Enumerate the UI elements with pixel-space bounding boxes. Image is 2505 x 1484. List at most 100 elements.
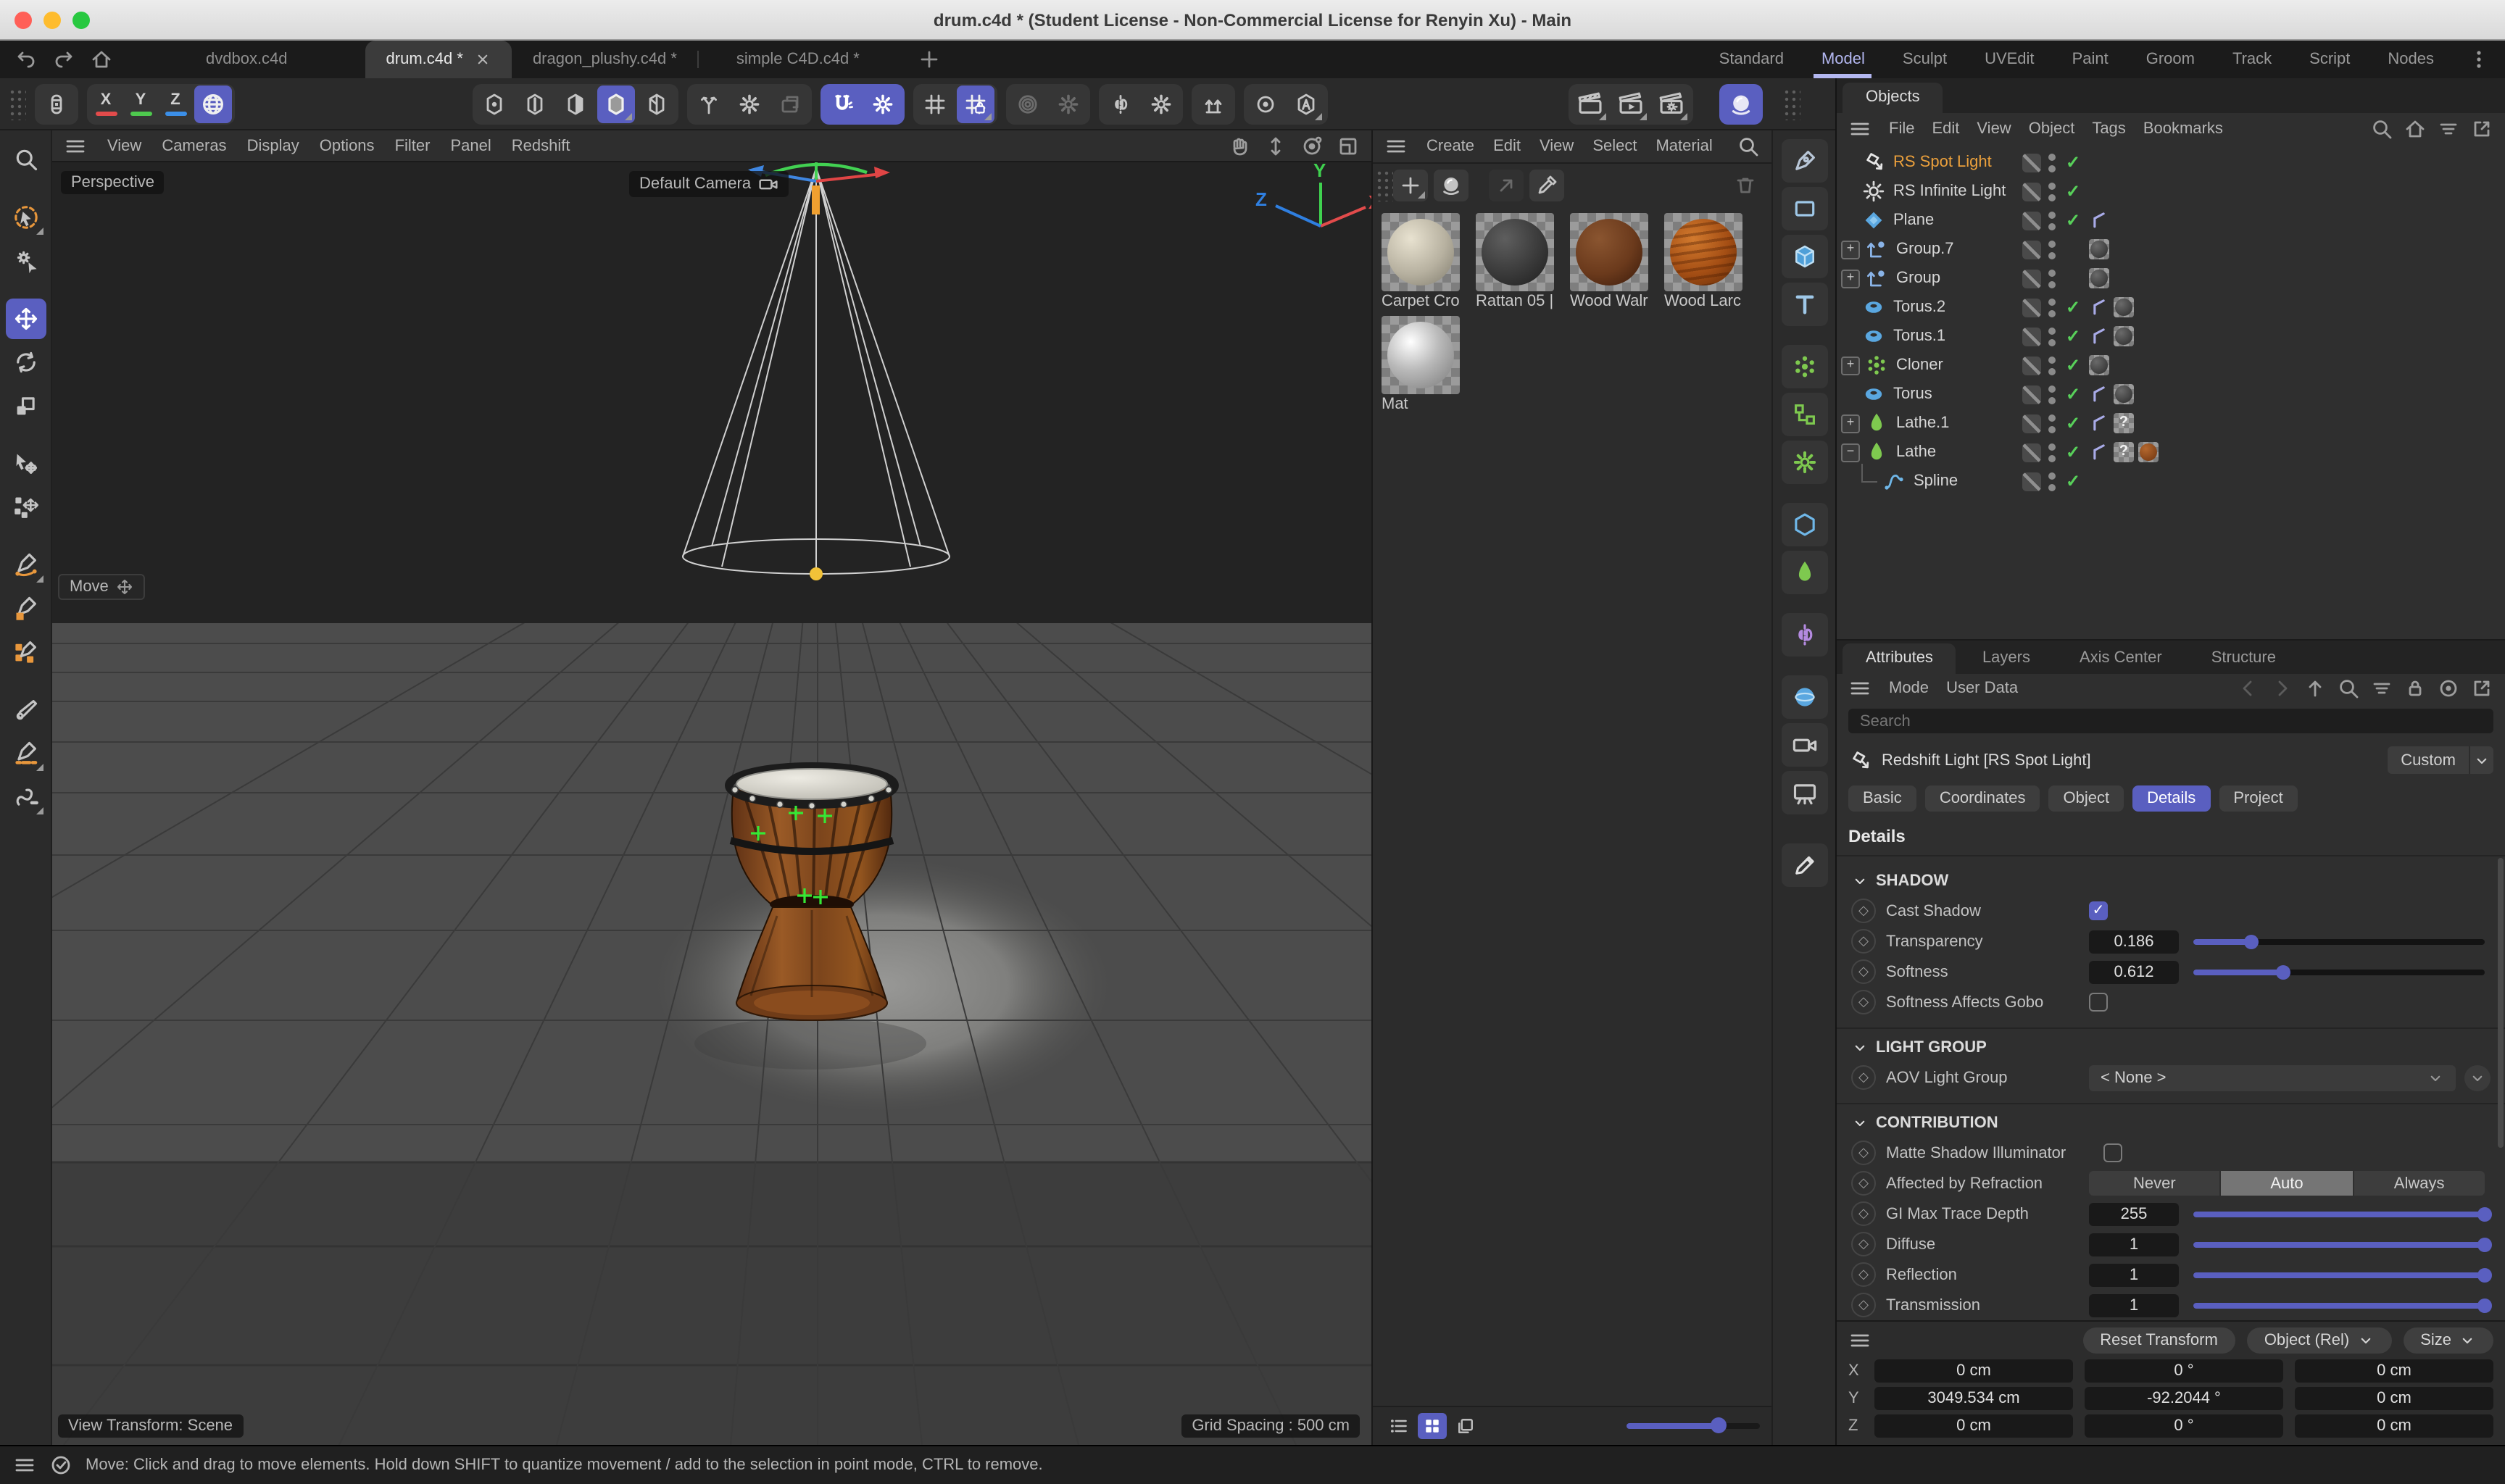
edit-toggle[interactable] [2022, 298, 2041, 317]
visibility-dots[interactable] [2048, 240, 2056, 259]
spline-pen-button[interactable] [1781, 139, 1827, 183]
material-tag[interactable] [2089, 355, 2109, 375]
attributes-popout-icon[interactable] [2470, 677, 2493, 700]
modeling-pen-tool[interactable] [5, 632, 46, 672]
coords-menu-icon[interactable] [1848, 1329, 1872, 1352]
stage-object-button[interactable] [1781, 771, 1827, 814]
tab-structure[interactable]: Structure [2188, 643, 2299, 673]
enabled-check[interactable]: ✓ [2063, 413, 2083, 433]
viewport-menu-display[interactable]: Display [247, 137, 299, 154]
close-window-button[interactable] [14, 12, 32, 29]
view-label[interactable]: Perspective [61, 171, 165, 194]
objects-filter-icon[interactable] [2437, 117, 2460, 141]
history-back-icon[interactable] [2237, 677, 2260, 700]
diffuse-slider[interactable] [2193, 1241, 2485, 1247]
enabled-check[interactable]: ✓ [2063, 355, 2083, 375]
platonic-button[interactable] [1781, 503, 1827, 546]
transparency-value[interactable]: 0.186 [2089, 930, 2179, 953]
gi-slider[interactable] [2193, 1211, 2485, 1217]
redshift-renderview-button[interactable] [1722, 85, 1760, 122]
material-tag[interactable] [2114, 326, 2134, 346]
layout-nodes[interactable]: Nodes [2369, 41, 2453, 78]
thumbnail-size-slider[interactable] [1627, 1423, 1760, 1429]
attr-tab-basic[interactable]: Basic [1848, 785, 1916, 812]
material-menu-material[interactable]: Material [1656, 138, 1712, 155]
gi-value[interactable]: 255 [2089, 1202, 2179, 1225]
expand-toggle[interactable]: + [1841, 240, 1860, 259]
layout-menu-icon[interactable] [2467, 48, 2491, 71]
object-axis-mode-button[interactable] [638, 85, 676, 122]
rotate-tool[interactable] [5, 342, 46, 383]
object-row-spline[interactable]: Spline ✓ [1837, 467, 2505, 496]
object-row-rs-infinite-light[interactable]: RS Infinite Light ✓ [1837, 177, 2505, 206]
rectangle-spline-button[interactable] [1781, 187, 1827, 230]
reflection-value[interactable]: 1 [2089, 1263, 2179, 1286]
status-check-icon[interactable] [49, 1454, 72, 1477]
viewport-zoom-tool[interactable] [5, 139, 46, 180]
history-forward-icon[interactable] [2270, 677, 2293, 700]
multi-move-tool[interactable] [5, 487, 46, 528]
maximize-view-icon[interactable] [1337, 134, 1360, 157]
layout-paint[interactable]: Paint [2053, 41, 2127, 78]
objects-menu-bookmarks[interactable]: Bookmarks [2143, 120, 2223, 138]
scale-z-field[interactable]: 0 cm [2295, 1414, 2493, 1438]
attr-tab-details[interactable]: Details [2132, 785, 2210, 812]
material-ball-button[interactable] [1434, 170, 1468, 201]
shadow-section-header[interactable]: SHADOW [1851, 872, 2491, 890]
attr-tab-object[interactable]: Object [2048, 785, 2124, 812]
enabled-check[interactable]: ✓ [2063, 210, 2083, 230]
array-button[interactable] [1781, 393, 1827, 436]
edit-toggle[interactable] [2022, 153, 2041, 172]
pick-material-button[interactable] [1529, 170, 1564, 201]
doc-tab-dragon-plushy[interactable]: dragon_plushy.c4d * [512, 41, 697, 78]
edit-toggle[interactable] [2022, 211, 2041, 230]
viewport-menu-icon[interactable] [64, 134, 87, 157]
subdivision-surface-button[interactable] [1781, 441, 1827, 484]
transmission-value[interactable]: 1 [2089, 1293, 2179, 1317]
object-row-plane[interactable]: Plane ✓ [1837, 206, 2505, 235]
attributes-menu-user-data[interactable]: User Data [1946, 680, 2018, 697]
material-menu-icon[interactable] [1384, 135, 1408, 158]
material-menu-select[interactable]: Select [1592, 138, 1637, 155]
orbit-view-icon[interactable] [1300, 134, 1324, 157]
viewport-menu-redshift[interactable]: Redshift [512, 137, 570, 154]
material-tag[interactable] [2089, 268, 2109, 288]
maximize-window-button[interactable] [72, 12, 90, 29]
tweak-settings-tool[interactable] [5, 241, 46, 281]
enabled-check[interactable]: ✓ [2063, 442, 2083, 462]
dolly-view-icon[interactable] [1264, 134, 1287, 157]
material-menu-edit[interactable]: Edit [1493, 138, 1521, 155]
phong-tag[interactable] [2089, 384, 2109, 404]
objects-menu-icon[interactable] [1848, 117, 1872, 141]
enabled-check[interactable]: ✓ [2063, 152, 2083, 172]
layout-uvedit[interactable]: UVEdit [1966, 41, 2053, 78]
objects-menu-tags[interactable]: Tags [2092, 120, 2126, 138]
polygon-pen-tool[interactable] [5, 588, 46, 629]
brush-tool[interactable] [5, 690, 46, 730]
layout-groom[interactable]: Groom [2127, 41, 2214, 78]
attributes-menu-mode[interactable]: Mode [1889, 680, 1929, 697]
visibility-dots[interactable] [2048, 153, 2056, 172]
material-item[interactable]: Wood Walr [1570, 213, 1657, 310]
enabled-check[interactable]: ✓ [2063, 326, 2083, 346]
expand-toggle[interactable]: + [1841, 269, 1860, 288]
track-icon[interactable] [2437, 677, 2460, 700]
edit-toggle[interactable] [2022, 269, 2041, 288]
transform-mode-dropdown[interactable]: Object (Rel) [2247, 1327, 2391, 1354]
visibility-dots[interactable] [2048, 443, 2056, 462]
attr-tab-coordinates[interactable]: Coordinates [1925, 785, 2040, 812]
aov-options-button[interactable] [2464, 1064, 2491, 1091]
material-tag[interactable] [2114, 297, 2134, 317]
viewport-canvas[interactable]: Y X Z [52, 162, 1371, 1445]
workplane-button[interactable] [771, 85, 809, 122]
layout-sculpt[interactable]: Sculpt [1884, 41, 1966, 78]
live-selection-tool[interactable] [5, 197, 46, 238]
viewport-menu-panel[interactable]: Panel [450, 137, 491, 154]
edit-toggle[interactable] [2022, 443, 2041, 462]
material-list-view-button[interactable] [1384, 1413, 1413, 1439]
transmission-slider[interactable] [2193, 1302, 2485, 1308]
delete-material-button[interactable] [1728, 170, 1763, 201]
annotate-button[interactable] [1781, 843, 1827, 887]
cube-primitive-button[interactable] [1781, 235, 1827, 278]
visibility-dots[interactable] [2048, 472, 2056, 491]
